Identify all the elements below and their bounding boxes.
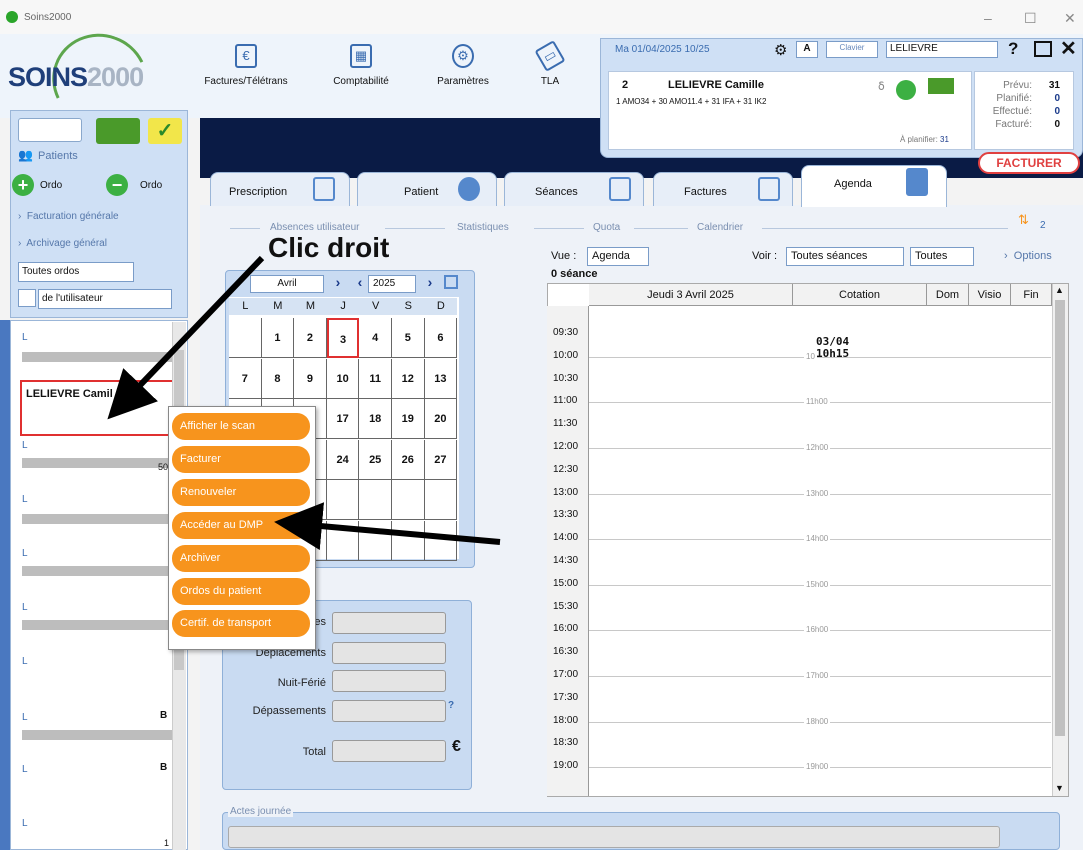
arrow-to-dmp bbox=[274, 502, 501, 551]
annotation-arrows bbox=[107, 255, 501, 551]
arrow-to-patient bbox=[107, 255, 265, 420]
